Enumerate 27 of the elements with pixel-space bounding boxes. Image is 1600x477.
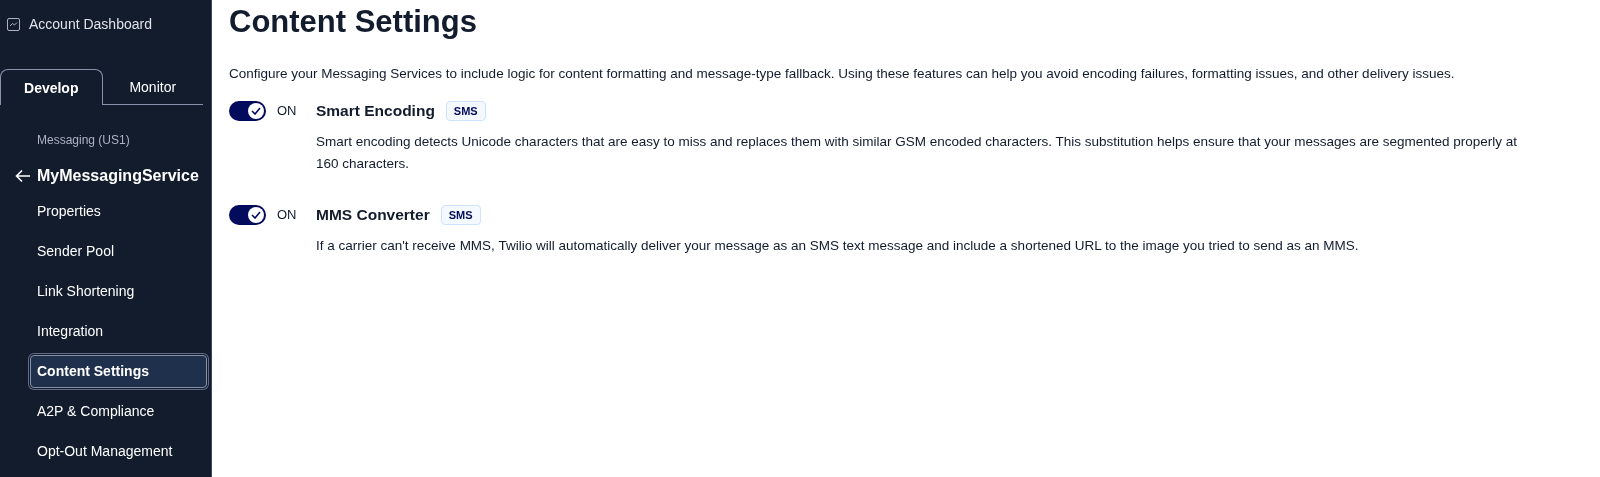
setting-name: MMS Converter bbox=[316, 206, 430, 224]
section-label: Messaging (US1) bbox=[37, 133, 131, 147]
page-title: Content Settings bbox=[229, 4, 477, 40]
setting-description: If a carrier can't receive MMS, Twilio will automatically deliver your message as an SMS text message and include a shortened URL to the image you tried to send as an MMS. bbox=[316, 237, 1359, 255]
setting-description: Smart encoding detects Unicode characters that are easy to miss and replaces them with similar GSM encoded characters. This substitution helps ensure that your messages are segmented properly at 160 characters. bbox=[316, 133, 1519, 173]
check-icon bbox=[251, 211, 261, 219]
back-arrow-icon[interactable] bbox=[15, 169, 31, 183]
check-icon bbox=[251, 107, 261, 115]
sidebar-item[interactable]: Opt-Out Management bbox=[30, 435, 207, 468]
sidebar-item[interactable]: Sender Pool bbox=[30, 235, 207, 268]
toggle-state-label: ON bbox=[277, 103, 298, 120]
sms-badge: SMS bbox=[440, 205, 481, 225]
service-name: MyMessagingService bbox=[37, 167, 199, 185]
sidebar-item[interactable]: A2P & Compliance bbox=[30, 395, 207, 428]
sms-badge: SMS bbox=[445, 101, 486, 121]
toggle-switch[interactable] bbox=[229, 205, 266, 225]
toggle-switch[interactable] bbox=[229, 101, 266, 121]
sidebar-item[interactable]: Link Shortening bbox=[30, 275, 207, 308]
account-dashboard-link[interactable]: Account Dashboard bbox=[0, 0, 211, 33]
nav-tab[interactable]: Develop bbox=[0, 69, 103, 105]
setting-name: Smart Encoding bbox=[316, 102, 435, 120]
sidebar-item[interactable]: Integration bbox=[30, 315, 207, 348]
sidebar-item[interactable]: Content Settings bbox=[30, 355, 207, 388]
chart-icon bbox=[7, 17, 20, 31]
sidebar-item[interactable]: Properties bbox=[30, 195, 207, 228]
toggle-state-label: ON bbox=[277, 207, 298, 224]
page-description: Configure your Messaging Services to include logic for content formatting and message-type fallback. Using these features can help you avoid encoding failures, formatting issues, and other delivery issues. bbox=[229, 66, 1456, 81]
